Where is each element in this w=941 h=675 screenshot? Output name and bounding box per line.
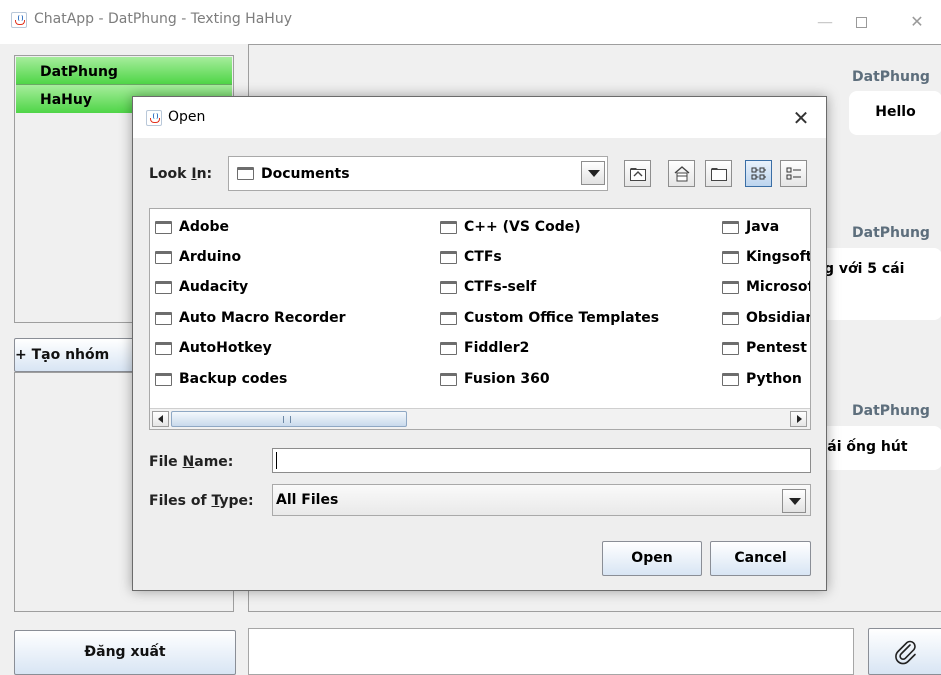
home-button[interactable] [668,160,695,187]
folder-item[interactable]: Obsidian [722,308,810,328]
cancel-button[interactable]: Cancel [710,541,811,576]
file-name-input[interactable] [272,448,811,473]
home-icon [674,166,690,182]
file-name-label: File Name: [149,454,234,470]
folder-icon [155,281,172,294]
look-in-label: Look In: [149,166,213,182]
look-in-value: Documents [261,166,350,182]
folder-item[interactable]: Fusion 360 [440,369,550,389]
folder-item[interactable]: Kingsoft [722,247,810,267]
folder-item[interactable]: Custom Office Templates [440,308,659,328]
folder-icon [722,342,739,355]
dropdown-arrow-icon[interactable] [782,489,806,513]
folder-item[interactable]: Arduino [155,247,241,267]
list-view-icon [751,167,766,180]
file-list: Adobe Arduino Audacity Auto Macro Record… [149,208,811,430]
details-view-icon [786,167,801,180]
folder-item[interactable]: C++ (VS Code) [440,217,581,237]
folder-icon [440,221,457,234]
file-type-value: All Files [276,492,339,508]
folder-icon [722,221,739,234]
folder-icon [440,312,457,325]
message-bubble: Hello [849,91,941,135]
folder-icon [722,251,739,264]
maximize-button[interactable] [838,7,884,37]
folder-item[interactable]: AutoHotkey [155,338,272,358]
folder-icon [722,373,739,386]
file-type-label: Files of Type: [149,493,254,509]
folder-item[interactable]: Python [722,369,810,389]
message-sender: DatPhung [852,69,930,85]
message-sender: DatPhung [852,225,930,241]
folder-icon [155,312,172,325]
folder-item[interactable]: CTFs-self [440,277,536,297]
folder-icon [155,251,172,264]
new-folder-icon [711,168,727,181]
folder-icon [155,221,172,234]
folder-item[interactable]: Java [722,217,810,237]
open-button[interactable]: Open [602,541,702,576]
message-sender: DatPhung [852,403,930,419]
dialog-close-button[interactable]: ✕ [783,103,819,133]
folder-item[interactable]: Microsoft [722,277,810,297]
window-title: ChatApp - DatPhung - Texting HaHuy [34,11,292,27]
folder-icon [440,342,457,355]
folder-icon [722,312,739,325]
folder-item[interactable]: Audacity [155,277,248,297]
folder-icon [440,281,457,294]
maximize-icon [855,17,867,28]
folder-icon [155,342,172,355]
up-one-level-button[interactable] [624,160,651,187]
scrollbar-thumb[interactable] [171,411,407,427]
list-view-button[interactable] [745,160,772,187]
look-in-dropdown[interactable]: Documents [228,156,608,191]
folder-item[interactable]: CTFs [440,247,502,267]
scroll-left-icon[interactable] [152,411,169,427]
user-list-item[interactable]: DatPhung [16,57,232,85]
dialog-title: Open [168,109,206,125]
folder-icon [155,373,172,386]
horizontal-scrollbar[interactable] [150,408,810,429]
window-title-bar: ChatApp - DatPhung - Texting HaHuy — ✕ [0,0,941,44]
folder-item[interactable]: Adobe [155,217,229,237]
scroll-right-icon[interactable] [790,411,807,427]
file-type-dropdown[interactable]: All Files [272,484,811,516]
paperclip-icon [895,640,916,665]
java-app-icon [146,110,162,126]
java-app-icon [11,12,27,28]
folder-icon [440,373,457,386]
up-folder-icon [630,168,646,181]
message-input[interactable] [248,628,854,675]
dialog-title-bar: Open ✕ [133,97,826,138]
open-file-dialog: Open ✕ Look In: Documents Adobe Arduino … [132,96,827,591]
logout-button[interactable]: Đăng xuất [14,630,236,675]
folder-icon [237,167,254,180]
folder-icon [722,281,739,294]
folder-item[interactable]: Auto Macro Recorder [155,308,346,328]
details-view-button[interactable] [780,160,807,187]
folder-item[interactable]: Pentest [722,338,810,358]
close-window-button[interactable]: ✕ [894,7,940,37]
attach-file-button[interactable] [868,628,941,675]
folder-icon [440,251,457,264]
create-new-folder-button[interactable] [705,160,732,187]
dropdown-arrow-icon[interactable] [581,161,605,185]
folder-item[interactable]: Fiddler2 [440,338,529,358]
folder-item[interactable]: Backup codes [155,369,287,389]
